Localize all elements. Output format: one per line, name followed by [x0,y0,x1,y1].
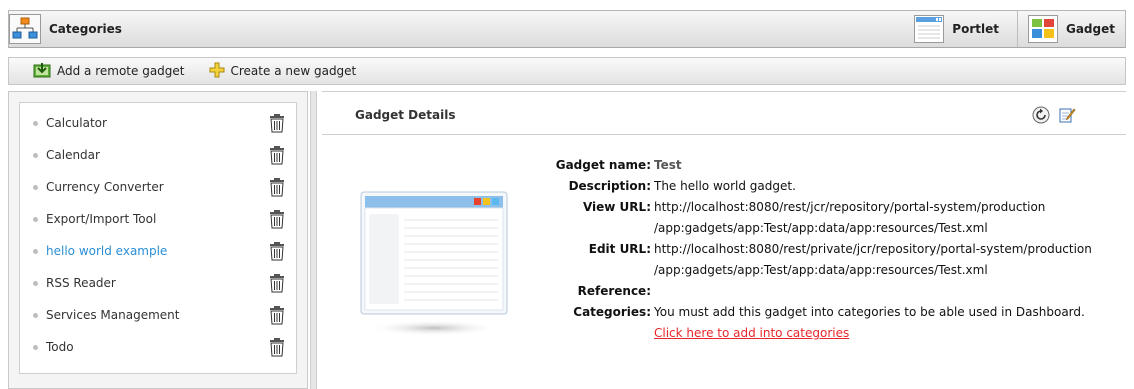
detail-row-categories: Categories: You must add this gadget int… [522,302,1122,344]
gadget-name: Currency Converter [46,180,164,194]
description-value: The hello world gadget. [654,179,796,193]
detail-label: Categories: [573,305,651,319]
create-new-gadget-button[interactable]: Create a new gadget [209,62,357,81]
create-new-gadget-label: Create a new gadget [230,64,357,78]
categories-icon [9,14,41,44]
gadget-name: Calendar [46,148,100,162]
edit-url-line-1: http://localhost:8080/rest/private/jcr/r… [654,242,1092,256]
bullet-icon [33,344,38,350]
add-remote-gadget-label: Add a remote gadget [57,64,185,78]
detail-row-description: Description: The hello world gadget. [522,176,1122,197]
list-item[interactable]: Todo [20,331,296,363]
tab-gadget[interactable]: Gadget [1018,11,1125,47]
list-item[interactable]: Calculator [20,107,296,139]
gadget-icon [1027,15,1058,43]
categories-value: You must add this gadget into categories… [654,302,1085,344]
tab-portlet[interactable]: Portlet [904,11,1018,47]
bullet-icon [33,280,38,286]
panel-splitter[interactable] [310,91,317,389]
add-remote-gadget-button[interactable]: Add a remote gadget [33,62,185,81]
gadget-name: Calculator [46,116,107,130]
categories-message: You must add this gadget into categories… [654,305,1085,319]
trash-icon[interactable] [268,177,286,200]
refresh-icon[interactable] [1032,106,1050,124]
gadget-list: Calculator Calendar Currency Converter E… [19,102,297,374]
detail-row-edit-url: Edit URL: http://localhost:8080/rest/pri… [522,239,1122,281]
view-url-line-1: http://localhost:8080/rest/jcr/repositor… [654,200,1046,214]
detail-label: Description: [568,179,651,193]
gadget-name: Services Management [46,308,180,322]
view-url-value: http://localhost:8080/rest/jcr/repositor… [654,197,1045,239]
details-header: Gadget Details [322,92,1126,135]
detail-row-name: Gadget name: Test [522,155,1122,176]
edit-url-value: http://localhost:8080/rest/private/jcr/r… [654,239,1092,281]
bullet-icon [33,120,38,126]
detail-row-reference: Reference: [522,281,1122,302]
detail-label: Reference: [577,284,651,298]
list-item[interactable]: RSS Reader [20,267,296,299]
add-into-categories-link[interactable]: Click here to add into categories [654,323,1085,344]
trash-icon[interactable] [268,305,286,328]
edit-url-line-2: /app:gadgets/app:Test/app:data/app:resou… [654,263,988,277]
plus-icon [209,62,225,81]
trash-icon[interactable] [268,145,286,168]
tab-gadget-label: Gadget [1065,22,1115,36]
bullet-icon [33,312,38,318]
gadget-list-panel: Calculator Calendar Currency Converter E… [8,91,308,389]
bullet-icon [33,152,38,158]
trash-icon[interactable] [268,241,286,264]
portlet-icon [914,15,945,43]
gadget-details-panel: Gadget Details Gadget name: Test Descrip… [322,91,1126,389]
list-item[interactable]: Services Management [20,299,296,331]
gadget-preview-image [358,190,508,340]
list-item[interactable]: hello world example [20,235,296,267]
detail-label: View URL: [582,200,651,214]
bullet-icon [33,184,38,190]
top-bar: Categories Portlet Gadget [8,10,1126,48]
details-title: Gadget Details [355,108,456,122]
detail-row-view-url: View URL: http://localhost:8080/rest/jcr… [522,197,1122,239]
detail-label: Edit URL: [588,242,651,256]
trash-icon[interactable] [268,209,286,232]
trash-icon[interactable] [268,273,286,296]
view-url-line-2: /app:gadgets/app:Test/app:data/app:resou… [654,221,988,235]
gadget-name: Todo [46,340,74,354]
action-toolbar: Add a remote gadget Create a new gadget [8,57,1126,85]
detail-label: Gadget name: [555,158,651,172]
list-item[interactable]: Export/Import Tool [20,203,296,235]
edit-icon[interactable] [1058,106,1076,124]
gadget-name: Export/Import Tool [46,212,157,226]
list-item[interactable]: Calendar [20,139,296,171]
bullet-icon [33,216,38,222]
bullet-icon [33,248,38,254]
trash-icon[interactable] [268,113,286,136]
add-remote-gadget-icon [33,62,51,81]
gadget-name: RSS Reader [46,276,116,290]
page-title: Categories [49,22,122,36]
list-item[interactable]: Currency Converter [20,171,296,203]
gadget-details: Gadget name: Test Description: The hello… [522,155,1122,344]
trash-icon[interactable] [268,337,286,360]
tab-portlet-label: Portlet [952,22,999,36]
gadget-name: hello world example [46,244,168,258]
gadget-name-value: Test [654,158,682,172]
